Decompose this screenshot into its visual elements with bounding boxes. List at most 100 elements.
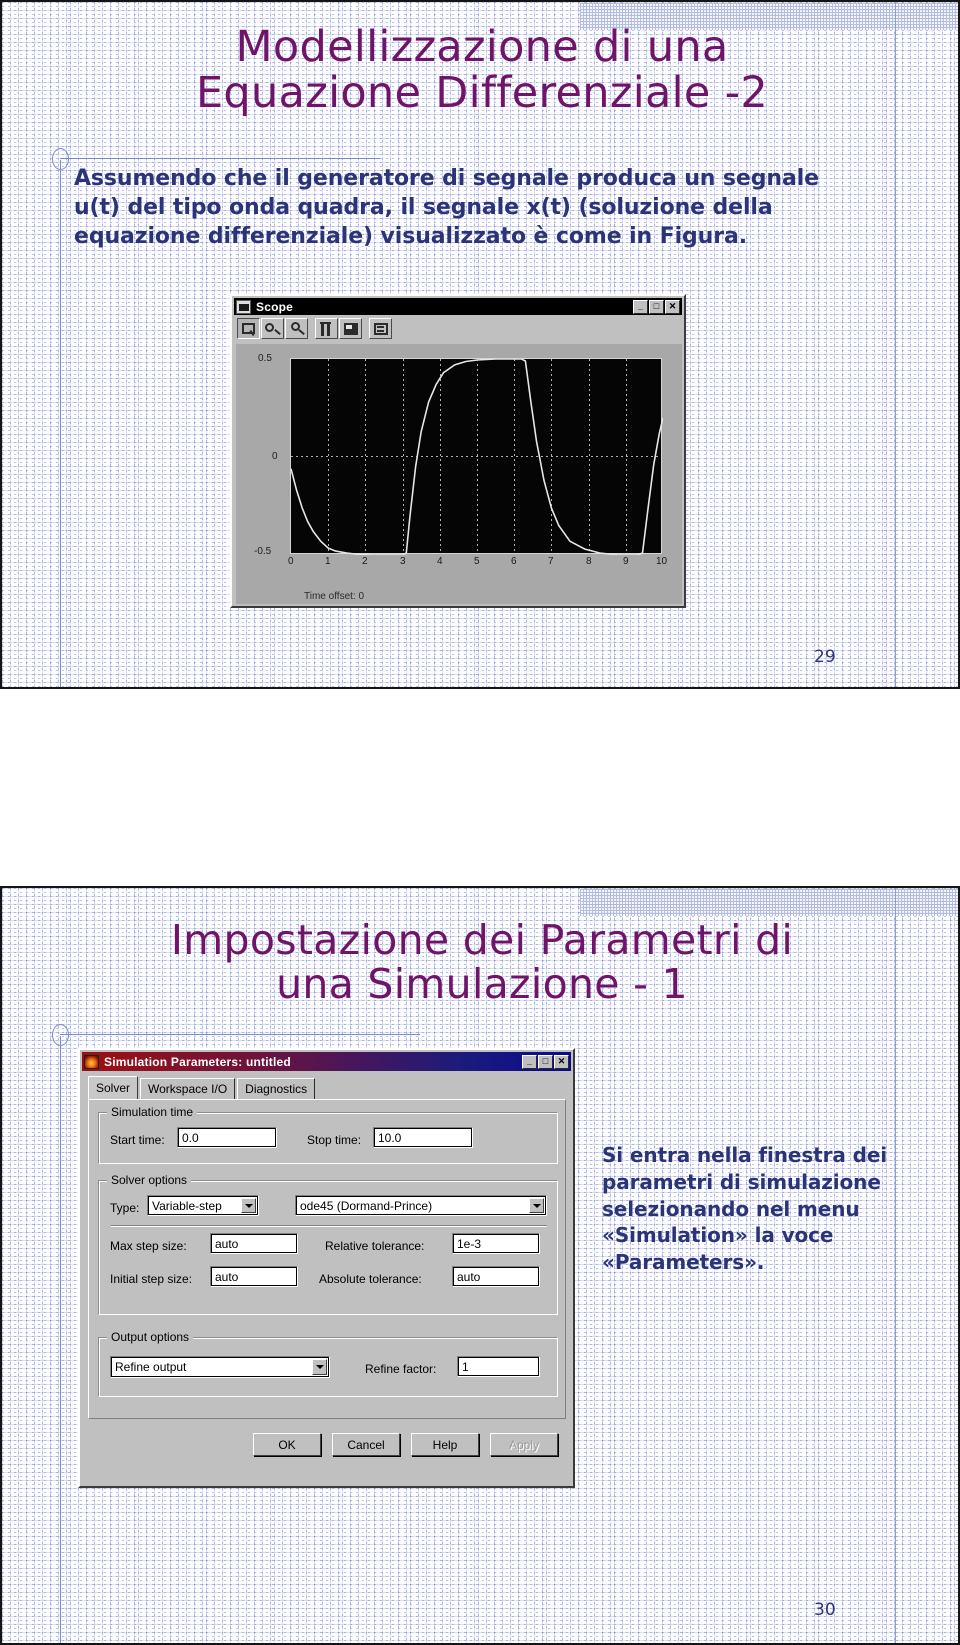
scope-plot-area: 0.5 0 -0.5 0 1 2 3 4 5 6 7 8 9 10 Time o… xyxy=(236,344,682,604)
close-icon: ✕ xyxy=(557,1056,566,1066)
x-tick-label-1: 1 xyxy=(325,556,331,567)
decorative-title-underline xyxy=(60,1034,420,1035)
solver-options-group: Solver options Type: Variable-step ode45… xyxy=(98,1173,558,1315)
x-tick-label-3: 3 xyxy=(400,556,406,567)
solver-divider xyxy=(111,1225,547,1227)
scope-title-bar[interactable]: Scope _ □ ✕ xyxy=(234,298,682,315)
page-title: Impostazione dei Parametri di una Simula… xyxy=(2,916,958,1007)
solver-type-value: Variable-step xyxy=(152,1198,222,1213)
slide-body-text: Si entra nella finestra dei parametri di… xyxy=(602,1143,888,1275)
max-step-size-input[interactable]: auto xyxy=(210,1233,298,1254)
output-options-group: Output options Refine output Refine fact… xyxy=(98,1330,558,1397)
chevron-down-icon[interactable] xyxy=(241,1198,256,1213)
minimize-icon: _ xyxy=(526,1056,532,1066)
simulation-time-group-title: Simulation time xyxy=(107,1105,198,1119)
maximize-icon: □ xyxy=(653,301,660,311)
max-step-size-label: Max step size: xyxy=(110,1239,187,1253)
zoom-x-button[interactable] xyxy=(261,318,284,339)
properties-button[interactable] xyxy=(369,318,392,339)
tab-workspace-io[interactable]: Workspace I/O xyxy=(140,1078,236,1099)
save-axes-settings-button[interactable] xyxy=(339,318,362,339)
initial-step-size-label: Initial step size: xyxy=(110,1272,193,1286)
minimize-icon: _ xyxy=(637,301,643,311)
chevron-down-icon[interactable] xyxy=(529,1198,544,1213)
start-time-input[interactable]: 0.0 xyxy=(177,1127,277,1148)
solver-options-group-title: Solver options xyxy=(107,1173,192,1187)
help-button[interactable]: Help xyxy=(411,1433,479,1456)
dialog-title-buttons: _ □ ✕ xyxy=(522,1054,569,1069)
refine-factor-label: Refine factor: xyxy=(365,1362,437,1376)
ok-button[interactable]: OK xyxy=(253,1433,321,1456)
solver-type-label: Type: xyxy=(110,1201,140,1215)
apply-button-label: Apply xyxy=(508,1437,540,1452)
page-title-line-1: Modellizzazione di una xyxy=(235,22,729,72)
time-offset-status: Time offset: 0 xyxy=(304,591,364,602)
decorative-left-rule xyxy=(60,1036,61,1643)
refine-factor-value: 1 xyxy=(462,1359,469,1374)
stop-time-label: Stop time: xyxy=(307,1133,362,1147)
dialog-title-text: Simulation Parameters: untitled xyxy=(104,1054,291,1069)
initial-step-size-value: auto xyxy=(215,1269,239,1284)
absolute-tolerance-value: auto xyxy=(457,1269,481,1284)
maximize-icon: □ xyxy=(542,1056,549,1066)
time-offset-label: Time offset: xyxy=(304,591,356,602)
y-tick-label-top: 0.5 xyxy=(258,353,272,364)
decorative-circle-ornament xyxy=(52,148,69,170)
maximize-button[interactable]: □ xyxy=(538,1054,553,1069)
tab-solver-label: Solver xyxy=(96,1081,131,1095)
decorative-circle-ornament xyxy=(52,1024,69,1046)
relative-tolerance-label: Relative tolerance: xyxy=(325,1239,425,1253)
autoscale-button[interactable] xyxy=(315,318,338,339)
output-mode-combo[interactable]: Refine output xyxy=(110,1356,330,1378)
signal-plot xyxy=(291,359,663,555)
relative-tolerance-input[interactable]: 1e-3 xyxy=(452,1233,540,1254)
dialog-title-bar[interactable]: Simulation Parameters: untitled _ □ ✕ xyxy=(82,1052,571,1071)
stop-time-input[interactable]: 10.0 xyxy=(373,1127,473,1148)
simulation-parameters-dialog[interactable]: Simulation Parameters: untitled _ □ ✕ So… xyxy=(78,1048,575,1488)
minimize-button[interactable]: _ xyxy=(633,299,648,314)
max-step-size-value: auto xyxy=(215,1236,239,1251)
minimize-button[interactable]: _ xyxy=(522,1054,537,1069)
page-title-line-2: Equazione Differenziale -2 xyxy=(195,68,769,119)
solver-algorithm-combo[interactable]: ode45 (Dormand-Prince) xyxy=(295,1195,547,1216)
tab-diagnostics-label: Diagnostics xyxy=(245,1082,308,1096)
refine-factor-input[interactable]: 1 xyxy=(457,1356,540,1377)
decorative-left-rule xyxy=(60,160,61,687)
output-mode-value: Refine output xyxy=(115,1360,187,1374)
x-tick-label-5: 5 xyxy=(474,556,480,567)
solver-algorithm-value: ode45 (Dormand-Prince) xyxy=(300,1198,433,1213)
x-tick-label-0: 0 xyxy=(288,556,294,567)
cancel-button-label: Cancel xyxy=(347,1437,385,1452)
solver-type-combo[interactable]: Variable-step xyxy=(147,1195,259,1216)
dialog-tab-strip: Solver Workspace I/O Diagnostics xyxy=(88,1076,317,1099)
scope-title-text: Scope xyxy=(256,299,294,314)
time-offset-value: 0 xyxy=(358,591,365,602)
close-button[interactable]: ✕ xyxy=(554,1054,569,1069)
scope-axes xyxy=(290,358,662,554)
absolute-tolerance-input[interactable]: auto xyxy=(452,1266,540,1287)
x-tick-label-7: 7 xyxy=(548,556,554,567)
zoom-y-button[interactable] xyxy=(285,318,308,339)
tab-solver[interactable]: Solver xyxy=(88,1076,139,1099)
absolute-tolerance-label: Absolute tolerance: xyxy=(319,1272,422,1286)
scope-window[interactable]: Scope _ □ ✕ 0.5 0 -0.5 0 1 2 3 4 5 6 7 8… xyxy=(230,294,686,608)
help-button-label: Help xyxy=(432,1437,458,1452)
scope-toolbar xyxy=(234,316,682,341)
slide-30: Impostazione dei Parametri di una Simula… xyxy=(0,886,960,1645)
cancel-button[interactable]: Cancel xyxy=(332,1433,400,1456)
apply-button: Apply xyxy=(490,1433,558,1456)
ok-button-label: OK xyxy=(278,1437,296,1452)
maximize-button[interactable]: □ xyxy=(649,299,664,314)
close-button[interactable]: ✕ xyxy=(665,299,680,314)
start-time-value: 0.0 xyxy=(182,1130,199,1145)
x-tick-label-2: 2 xyxy=(362,556,368,567)
page-title-line-1: Impostazione dei Parametri di xyxy=(170,916,794,964)
tab-diagnostics[interactable]: Diagnostics xyxy=(237,1078,316,1099)
zoom-button[interactable] xyxy=(237,318,260,339)
x-tick-label-6: 6 xyxy=(511,556,517,567)
scope-app-icon xyxy=(236,299,251,314)
slide-body-text: Assumendo che il generatore di segnale p… xyxy=(74,166,819,250)
initial-step-size-input[interactable]: auto xyxy=(210,1266,298,1287)
chevron-down-icon[interactable] xyxy=(312,1359,327,1375)
matlab-icon xyxy=(84,1054,99,1069)
